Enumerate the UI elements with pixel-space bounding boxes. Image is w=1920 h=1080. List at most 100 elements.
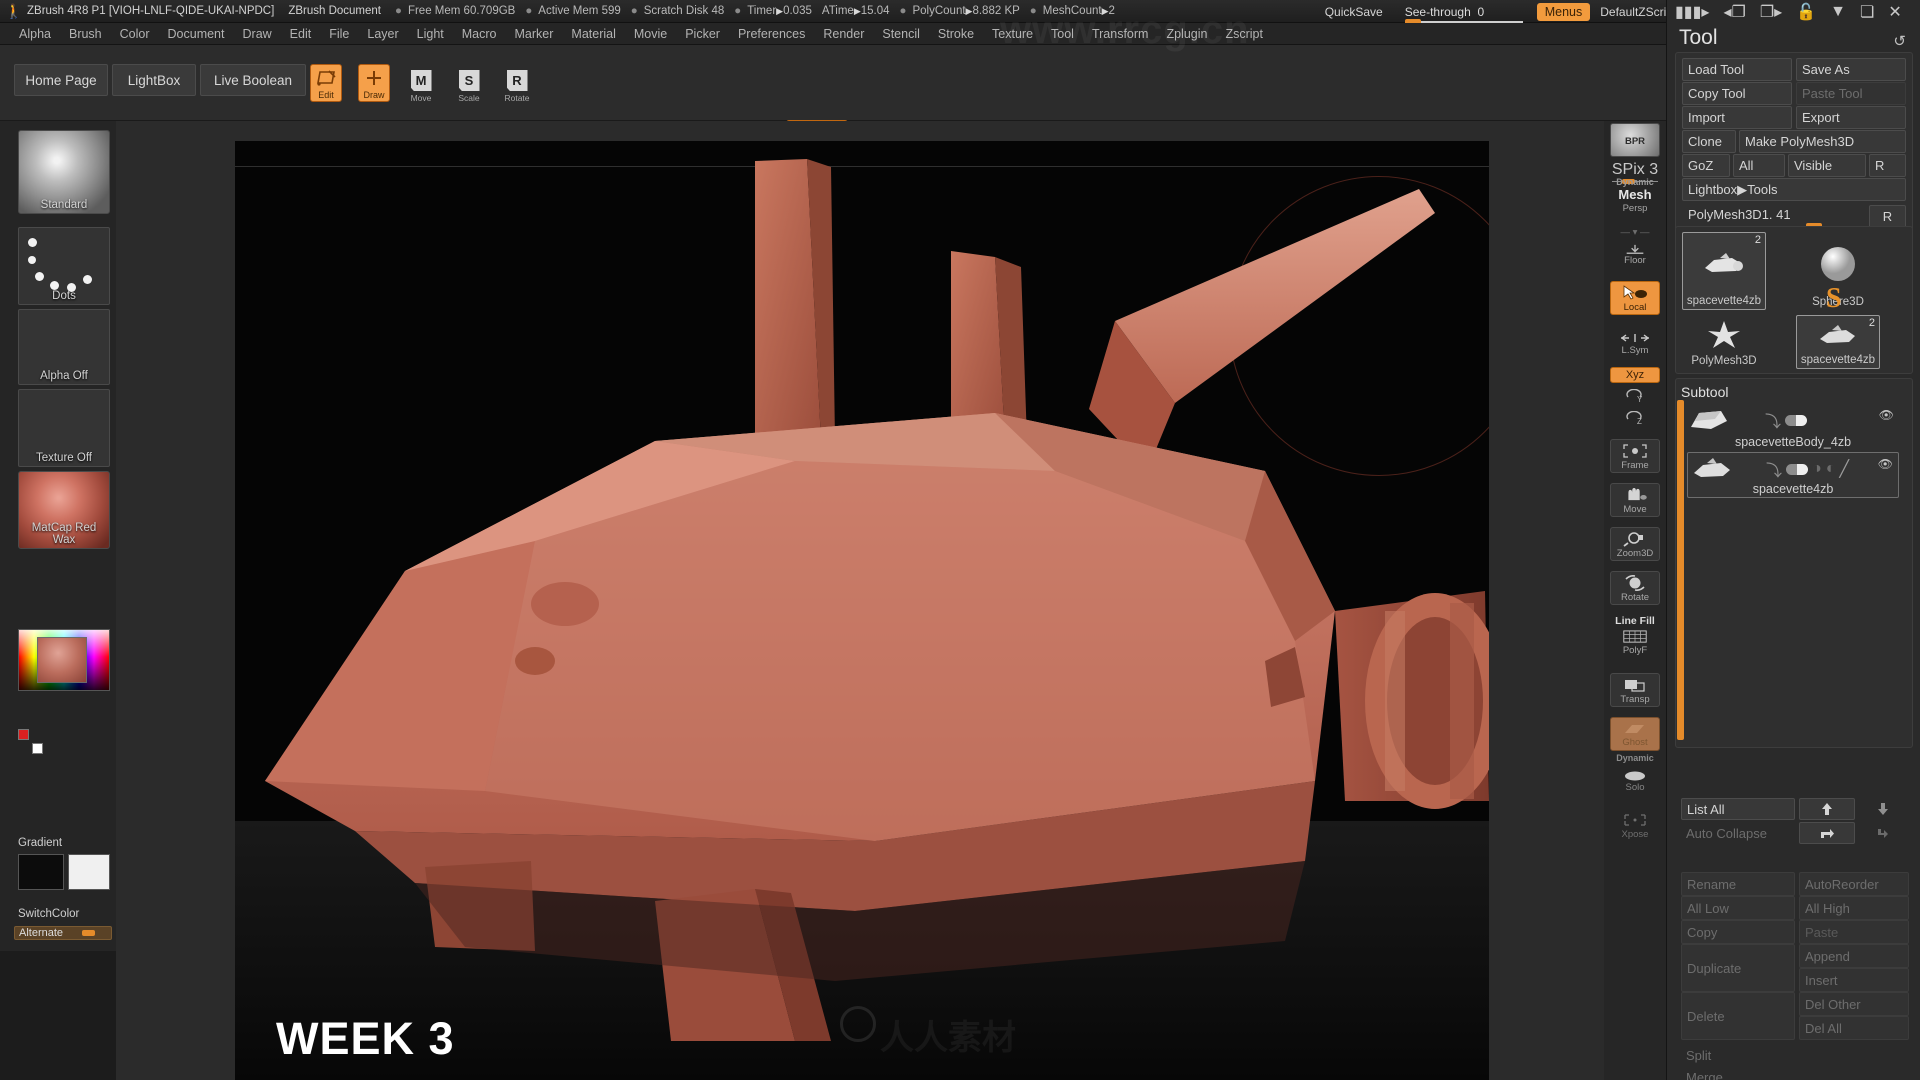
black-color-box[interactable] [18,854,64,890]
copy-tool-button[interactable]: Copy Tool [1682,82,1792,105]
menu-item-tool[interactable]: Tool [1042,25,1083,43]
collapse-arrow-right-button[interactable] [1859,822,1907,844]
lightbox-tools-button[interactable]: Lightbox▶Tools [1682,178,1906,201]
visible-button[interactable]: Visible [1788,154,1866,177]
polymesh-slider[interactable]: PolyMesh3D1. 41 [1688,206,1868,229]
del-other-button[interactable]: Del Other [1799,992,1909,1016]
tool-thumb-spacevette4zb[interactable]: 2 spacevette4zb [1682,232,1766,310]
subtool-brush-icon[interactable]: ╱ [1839,459,1849,479]
subtool-arrow-icon[interactable]: ⤵ [1766,457,1782,481]
tray-handle-icon[interactable]: ▮▮▮▸ [1675,2,1709,22]
subtool-scrollbar[interactable] [1677,400,1684,740]
menu-item-macro[interactable]: Macro [453,25,506,43]
menu-item-zscript[interactable]: Zscript [1216,25,1272,43]
white-color-box[interactable] [68,854,110,890]
polyf-button[interactable]: PolyF [1610,627,1660,657]
switch-color-label[interactable]: SwitchColor [18,908,79,920]
floor-button[interactable]: Floor [1610,241,1660,267]
delete-button[interactable]: Delete [1681,992,1795,1040]
bpr-button[interactable]: BPR [1610,123,1660,157]
lock-icon[interactable]: 🔓 [1796,2,1816,22]
frame-button[interactable]: Frame [1610,439,1660,473]
quicksave-button[interactable]: QuickSave [1325,5,1383,19]
zoom3d-button[interactable]: Zoom3D [1610,527,1660,561]
z-axis-button[interactable]: Z [1610,410,1660,428]
collapse-arrow-button[interactable] [1799,822,1855,844]
lsym-button[interactable]: L.Sym [1610,329,1660,357]
menu-item-transform[interactable]: Transform [1083,25,1158,43]
lightbox-button[interactable]: LightBox [112,64,196,96]
menu-item-draw[interactable]: Draw [234,25,281,43]
insert-button[interactable]: Insert [1799,968,1909,992]
merge-button[interactable]: Merge [1681,1066,1795,1080]
subtool-half-icon-2[interactable]: ◐ [1826,460,1836,478]
make-polymesh3d-button[interactable]: Make PolyMesh3D [1739,130,1906,153]
menu-item-layer[interactable]: Layer [358,25,407,43]
scale-button[interactable]: S Scale [452,65,486,103]
see-through-slider[interactable]: See-through 0 [1404,5,1523,25]
all-button[interactable]: All [1733,154,1785,177]
draw-button[interactable]: Draw [358,64,390,102]
persp-button[interactable]: Persp [1610,203,1660,214]
subtool-arrow-icon[interactable]: ⤵ [1765,408,1781,432]
eye-icon[interactable]: 👁 [1879,408,1894,422]
menu-item-texture[interactable]: Texture [983,25,1042,43]
material-swatch[interactable]: MatCap Red Wax [18,471,110,549]
append-button[interactable]: Append [1799,944,1909,968]
menu-item-movie[interactable]: Movie [625,25,676,43]
menu-item-preferences[interactable]: Preferences [729,25,814,43]
transp-button[interactable]: Transp [1610,673,1660,707]
xpose-button[interactable]: Xpose [1610,809,1660,841]
viewport-3d[interactable]: Import 3D Mesh WEEK 3 HARD SURFACE SCULP… [235,141,1489,1080]
xyz-button[interactable]: Xyz [1610,367,1660,383]
default-zscript-label[interactable]: DefaultZScript [1600,5,1676,19]
line-fill-label[interactable]: Line Fill [1610,615,1660,627]
save-as-button[interactable]: Save As [1796,58,1906,81]
solo-button[interactable]: Solo [1610,765,1660,795]
eye-icon[interactable]: 👁 [1878,457,1893,471]
subtool-visibility-pill[interactable] [1785,414,1808,426]
local-button[interactable]: Local [1610,281,1660,315]
menu-item-material[interactable]: Material [562,25,624,43]
r-button-1[interactable]: R [1869,154,1906,177]
menu-item-stencil[interactable]: Stencil [873,25,929,43]
subtool-visibility-pill[interactable] [1786,463,1809,475]
tool-thumb-polymesh3d[interactable]: PolyMesh3D [1682,315,1766,369]
move-button[interactable]: M Move [404,65,438,103]
rotate-nav-button[interactable]: Rotate [1610,571,1660,605]
y-axis-button[interactable]: Y [1610,388,1660,406]
gradient-label[interactable]: Gradient [18,837,62,849]
collapse-icon[interactable]: ▼ [1830,3,1846,21]
move-nav-button[interactable]: Move [1610,483,1660,517]
refresh-icon[interactable]: ↺ [1893,32,1906,50]
copy-button[interactable]: Copy [1681,920,1795,944]
rotate-button[interactable]: R Rotate [500,65,534,103]
rename-button[interactable]: Rename [1681,872,1795,896]
move-tray-right-icon[interactable]: ❐▸ [1760,2,1782,22]
alternate-knob[interactable] [82,930,95,936]
r-button-2[interactable]: R [1869,205,1906,228]
duplicate-button[interactable]: Duplicate [1681,944,1795,992]
alpha-swatch[interactable]: Alpha Off [18,309,110,385]
menu-item-edit[interactable]: Edit [281,25,321,43]
restore-icon[interactable]: ❏ [1860,2,1874,22]
color-picker[interactable] [18,629,110,691]
home-page-button[interactable]: Home Page [14,64,108,96]
spaceship-model[interactable] [235,141,1489,1080]
ghost-button[interactable]: Ghost [1610,717,1660,751]
paste-button[interactable]: Paste [1799,920,1909,944]
menu-item-file[interactable]: File [320,25,358,43]
menu-item-marker[interactable]: Marker [506,25,563,43]
edit-button[interactable]: Edit [310,64,342,102]
live-boolean-button[interactable]: Live Boolean [200,64,306,96]
subtool-row-body[interactable]: ⤵ 👁 spacevetteBody_4zb [1687,404,1899,450]
subtool-row-spacevette[interactable]: ⤵ ◑ ◐ ╱ 👁 spacevette4zb [1687,452,1899,498]
alternate-button[interactable]: Alternate [14,926,112,940]
del-all-button[interactable]: Del All [1799,1016,1909,1040]
secondary-color-swatch[interactable] [32,743,43,754]
split-button[interactable]: Split [1681,1044,1795,1066]
move-down-button[interactable] [1859,798,1907,820]
menu-item-brush[interactable]: Brush [60,25,111,43]
auto-reorder-button[interactable]: AutoReorder [1799,872,1909,896]
menus-button[interactable]: Menus [1536,2,1591,21]
